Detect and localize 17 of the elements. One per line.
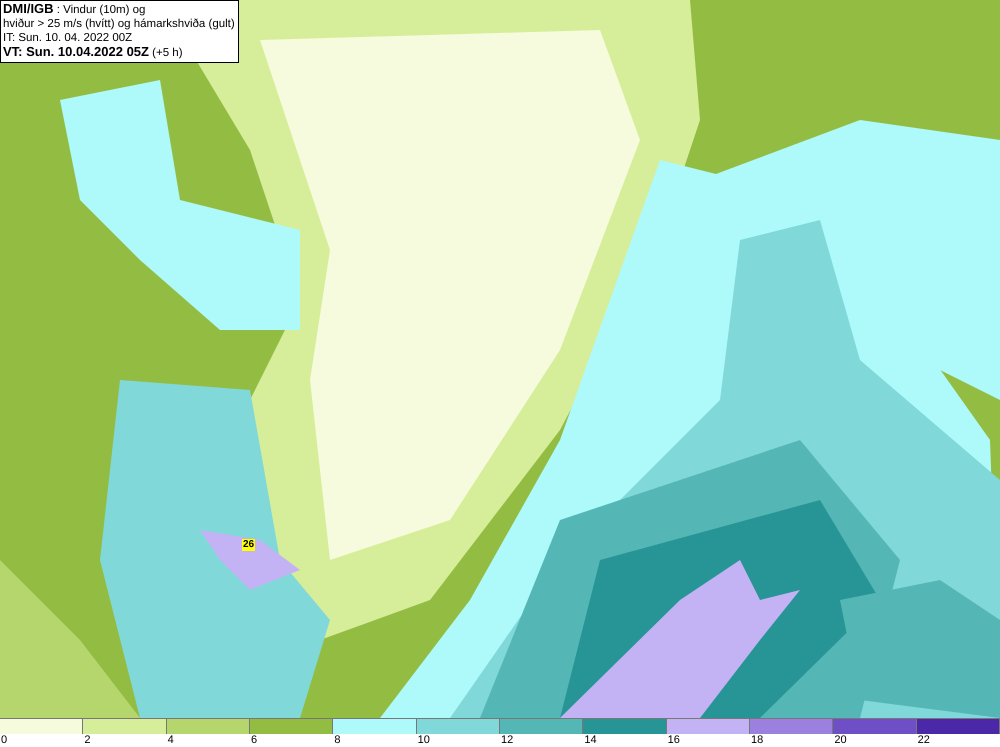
- legend-tick-label: 6: [250, 734, 258, 747]
- legend-tick-label: 0: [0, 734, 8, 747]
- legend-tick-label: 14: [583, 734, 597, 747]
- title-line: IT: Sun. 10. 04. 2022 00Z: [3, 31, 134, 45]
- title-line: VT: Sun. 10.04.2022 05Z (+5 h): [3, 45, 184, 60]
- legend-tick-label: 4: [166, 734, 174, 747]
- title-line: DMI/IGB : Vindur (10m) og: [3, 2, 146, 17]
- legend-tick-label: 22: [916, 734, 930, 747]
- legend-tick-label: 2: [83, 734, 90, 747]
- legend-tick-label: 12: [500, 734, 514, 747]
- legend-tick-label: 16: [666, 734, 680, 747]
- legend-tick-label: 10: [416, 734, 430, 747]
- legend-tick-label: 8: [333, 734, 340, 747]
- title-line: hviður > 25 m/s (hvítt) og hámarkshviða (gult): [3, 17, 235, 31]
- legend-tick-label: 18: [750, 734, 764, 747]
- gust-value-label: 26: [242, 539, 256, 551]
- legend-tick-label: 20: [833, 734, 847, 747]
